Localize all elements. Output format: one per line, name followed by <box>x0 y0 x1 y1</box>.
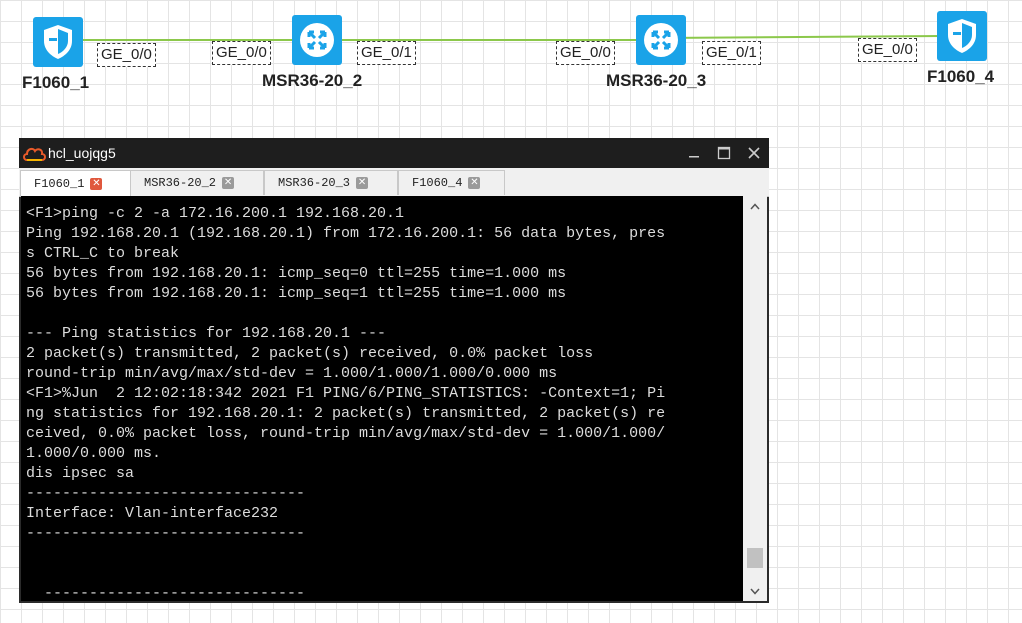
terminal-line: <F1>ping -c 2 -a 172.16.200.1 192.168.20… <box>26 205 405 222</box>
tab-msr36-20-3[interactable]: MSR36-20_3 ✕ <box>264 170 398 195</box>
router-icon[interactable] <box>636 15 686 65</box>
terminal-line: ------------------------------- <box>26 525 306 542</box>
port-label: GE_0/0 <box>212 41 271 65</box>
terminal-line: <F1>%Jun 2 12:02:18:342 2021 F1 PING/6/P… <box>26 385 666 402</box>
close-tab-icon[interactable]: ✕ <box>222 177 235 189</box>
close-tab-icon[interactable]: ✕ <box>90 178 103 190</box>
tab-label: F1060_1 <box>34 177 85 191</box>
terminal-line: 56 bytes from 192.168.20.1: icmp_seq=0 t… <box>26 265 567 282</box>
terminal-output[interactable]: <F1>ping -c 2 -a 172.16.200.1 192.168.20… <box>21 196 743 601</box>
close-tab-icon[interactable]: ✕ <box>356 177 369 189</box>
scrollbar-thumb[interactable] <box>747 548 763 568</box>
device-label-msr36-20-2: MSR36-20_2 <box>262 71 363 90</box>
device-label-f1060-1: F1060_1 <box>22 73 90 92</box>
close-tab-icon[interactable]: ✕ <box>468 177 481 189</box>
device-label-msr36-20-3: MSR36-20_3 <box>606 71 707 90</box>
terminal-line: 1.000/0.000 ms. <box>26 445 162 462</box>
terminal-line: ng statistics for 192.168.20.1: 2 packet… <box>26 405 666 422</box>
tab-msr36-20-2[interactable]: MSR36-20_2 ✕ <box>130 170 264 195</box>
close-icon[interactable] <box>739 140 769 166</box>
terminal-line: 56 bytes from 192.168.20.1: icmp_seq=1 t… <box>26 285 567 302</box>
port-label: GE_0/1 <box>357 41 416 65</box>
port-label: GE_0/1 <box>702 41 761 65</box>
tab-label: MSR36-20_2 <box>144 176 217 190</box>
tab-label: MSR36-20_3 <box>278 176 351 190</box>
device-label-f1060-4: F1060_4 <box>927 67 995 86</box>
tab-f1060-4[interactable]: F1060_4 ✕ <box>398 170 505 195</box>
terminal-line: round-trip min/avg/max/std-dev = 1.000/1… <box>26 365 558 382</box>
scroll-up-icon[interactable] <box>743 196 767 216</box>
tab-f1060-1[interactable]: F1060_1 ✕ <box>20 170 131 197</box>
port-label: GE_0/0 <box>858 38 917 62</box>
terminal-line: Ping 192.168.20.1 (192.168.20.1) from 17… <box>26 225 666 242</box>
minimize-icon[interactable] <box>679 140 709 166</box>
port-label: GE_0/0 <box>97 43 156 67</box>
vertical-scrollbar[interactable] <box>743 196 767 601</box>
terminal-line: dis ipsec sa <box>26 465 135 482</box>
firewall-icon[interactable] <box>33 17 83 67</box>
terminal-line: ceived, 0.0% packet loss, round-trip min… <box>26 425 666 442</box>
terminal-line: ----------------------------- <box>26 585 306 601</box>
maximize-icon[interactable] <box>709 140 739 166</box>
terminal-line: ------------------------------- <box>26 485 306 502</box>
terminal-line: --- Ping statistics for 192.168.20.1 --- <box>26 325 387 342</box>
cloud-icon <box>22 144 46 165</box>
terminal-line: Interface: Vlan-interface232 <box>26 505 279 522</box>
terminal-line: s CTRL_C to break <box>26 245 180 262</box>
title-bar[interactable]: hcl_uojqg5 <box>19 138 769 168</box>
topology-link <box>58 39 316 41</box>
router-icon[interactable] <box>292 15 342 65</box>
window-title: hcl_uojqg5 <box>48 145 116 161</box>
terminal-line: 2 packet(s) transmitted, 2 packet(s) rec… <box>26 345 594 362</box>
terminal-window: hcl_uojqg5 F1060_1 ✕ MSR36-20_2 ✕ MSR36-… <box>19 138 769 603</box>
firewall-icon[interactable] <box>937 11 987 61</box>
port-label: GE_0/0 <box>556 41 615 65</box>
terminal-text: <F1>ping -c 2 -a 172.16.200.1 192.168.20… <box>21 196 743 601</box>
tab-bar: F1060_1 ✕ MSR36-20_2 ✕ MSR36-20_3 ✕ F106… <box>19 168 769 197</box>
scroll-down-icon[interactable] <box>743 581 767 601</box>
tab-label: F1060_4 <box>412 176 463 190</box>
